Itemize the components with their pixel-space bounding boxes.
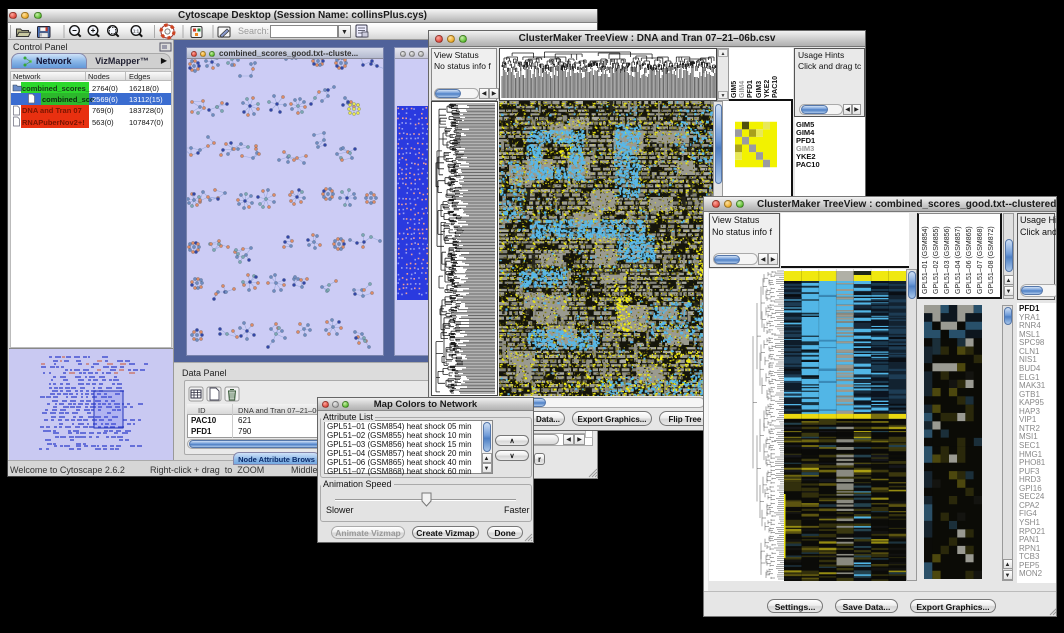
svg-text:1:1: 1:1 (133, 29, 140, 34)
